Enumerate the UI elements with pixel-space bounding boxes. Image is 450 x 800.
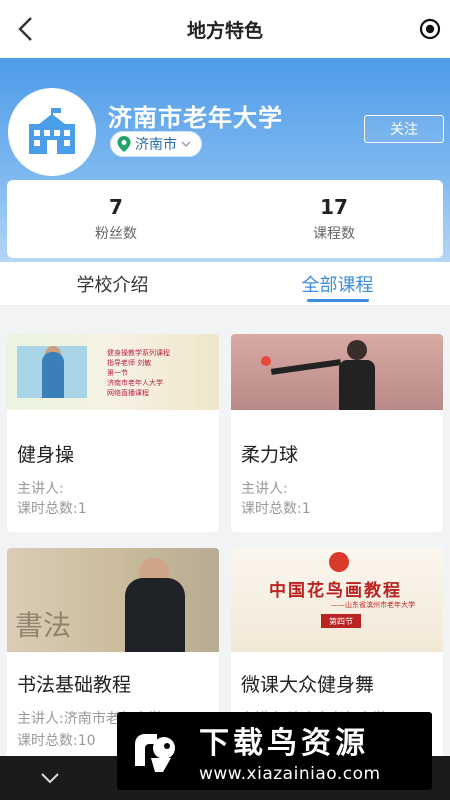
watermark-overlay: 下载鸟资源 www.xiazainiao.com <box>117 712 432 790</box>
courses-label: 课程数 <box>313 226 355 242</box>
chevron-down-icon <box>181 141 191 147</box>
active-tab-indicator <box>306 299 369 302</box>
watermark-brand: 下载鸟资源 <box>199 726 369 761</box>
top-bar: 地方特色 <box>0 0 450 58</box>
thumb-caption: 网络直播课程 <box>107 389 149 397</box>
city-selector[interactable]: 济南市 <box>110 131 202 157</box>
course-lecturer: 主讲人: <box>241 481 288 497</box>
tab-bar: 学校介绍 全部课程 <box>0 262 450 306</box>
stats-card: 7 粉丝数 17 课程数 <box>7 180 443 258</box>
school-building-icon <box>29 108 75 154</box>
followers-stat[interactable]: 7 粉丝数 <box>7 180 225 258</box>
page-title: 地方特色 <box>186 19 263 42</box>
followers-label: 粉丝数 <box>95 226 137 242</box>
thumb-caption: 第一节 <box>107 369 128 377</box>
course-thumbnail: 書法 <box>7 548 219 652</box>
record-icon[interactable] <box>418 17 442 41</box>
course-card[interactable]: 健身操教学系列课程 指导老师 刘敏 第一节 济南市老年人大学 网络直播课程 健身… <box>7 334 219 532</box>
thumb-caption: 指导老师 刘敏 <box>107 359 152 367</box>
thumb-caption: 第四节 <box>321 614 361 628</box>
follow-button[interactable]: 关注 <box>364 115 444 143</box>
course-hours: 课时总数:1 <box>17 501 87 517</box>
tab-all-courses[interactable]: 全部课程 <box>225 262 450 305</box>
course-thumbnail <box>231 334 443 410</box>
school-name: 济南市老年大学 <box>108 104 283 132</box>
watermark-url: www.xiazainiao.com <box>199 764 381 784</box>
bird-logo-icon <box>135 734 175 772</box>
course-title: 健身操 <box>17 444 75 466</box>
chevron-down-icon[interactable] <box>38 768 62 788</box>
location-pin-icon <box>117 136 131 152</box>
tab-school-intro[interactable]: 学校介绍 <box>0 262 225 305</box>
course-thumbnail: 中国花鸟画教程 ——山东省滨州市老年大学 第四节 <box>231 548 443 652</box>
course-title: 柔力球 <box>241 444 299 466</box>
thumb-caption: 中国花鸟画教程 <box>269 581 402 601</box>
thumb-caption: 書法 <box>15 609 72 642</box>
course-hours: 课时总数:1 <box>241 501 311 517</box>
course-title: 微课大众健身舞 <box>241 674 375 696</box>
thumb-caption: 健身操教学系列课程 <box>107 349 170 357</box>
school-avatar <box>8 88 96 176</box>
courses-stat[interactable]: 17 课程数 <box>225 180 443 258</box>
course-title: 书法基础教程 <box>17 674 132 696</box>
course-thumbnail: 健身操教学系列课程 指导老师 刘敏 第一节 济南市老年人大学 网络直播课程 <box>7 334 219 410</box>
chevron-left-icon[interactable] <box>12 14 42 44</box>
tab-label: 学校介绍 <box>76 274 149 296</box>
course-lecturer: 主讲人: <box>17 481 64 497</box>
city-label: 济南市 <box>135 137 177 153</box>
course-card[interactable]: 柔力球 主讲人: 课时总数:1 <box>231 334 443 532</box>
thumb-caption: ——山东省滨州市老年大学 <box>331 601 415 609</box>
followers-count: 7 <box>109 195 123 219</box>
thumb-caption: 济南市老年人大学 <box>107 379 163 387</box>
course-hours: 课时总数:10 <box>17 733 96 749</box>
courses-count: 17 <box>320 195 348 219</box>
tab-label: 全部课程 <box>301 274 374 296</box>
